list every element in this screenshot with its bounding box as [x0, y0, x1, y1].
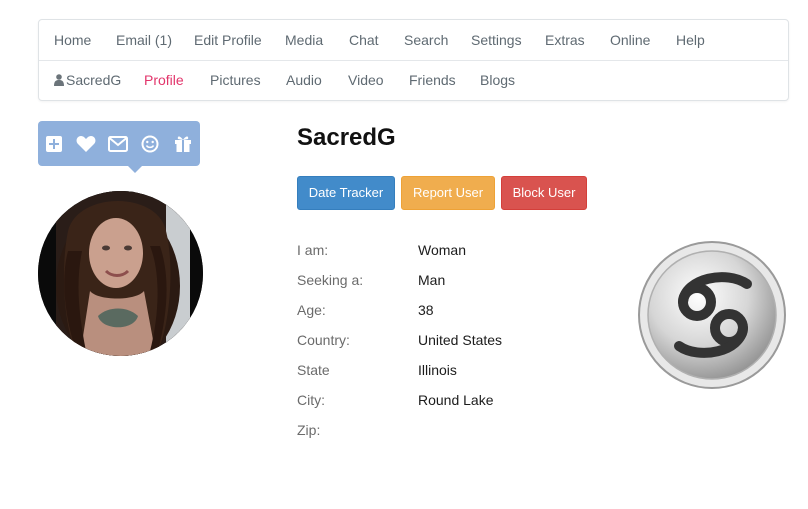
secondary-nav: SacredG Profile Pictures Audio Video Fri…	[39, 60, 788, 100]
nav-online[interactable]: Online	[610, 20, 650, 60]
field-value: United States	[418, 332, 503, 348]
nav-settings[interactable]: Settings	[471, 20, 522, 60]
smile-icon[interactable]	[141, 133, 161, 153]
field-label: I am:	[297, 242, 329, 258]
nav-profile[interactable]: Profile	[144, 60, 184, 100]
field-value: 38	[418, 302, 434, 318]
gift-icon[interactable]	[174, 133, 194, 153]
date-tracker-button[interactable]: Date Tracker	[297, 176, 395, 210]
nav-home[interactable]: Home	[54, 20, 91, 60]
nav-extras[interactable]: Extras	[545, 20, 585, 60]
field-label: Seeking a:	[297, 272, 364, 288]
block-user-button[interactable]: Block User	[501, 176, 587, 210]
field-label: State	[297, 362, 330, 378]
field-value: Man	[418, 272, 446, 288]
field-value: Illinois	[418, 362, 457, 378]
nav-video[interactable]: Video	[348, 60, 384, 100]
profile-username: SacredG	[297, 124, 396, 151]
cancer-zodiac-icon	[637, 240, 787, 390]
envelope-icon[interactable]	[108, 133, 128, 153]
heart-icon[interactable]	[76, 133, 96, 153]
field-label: Country:	[297, 332, 350, 348]
field-value: Round Lake	[418, 392, 494, 408]
profile-avatar[interactable]	[38, 191, 203, 356]
field-value: Woman	[418, 242, 466, 258]
profile-action-bar	[38, 121, 200, 173]
field-label: Zip:	[297, 422, 321, 438]
nav-blogs[interactable]: Blogs	[480, 60, 515, 100]
field-label: Age:	[297, 302, 326, 318]
primary-nav: Home Email (1) Edit Profile Media Chat S…	[39, 20, 788, 61]
nav-email[interactable]: Email (1)	[116, 20, 172, 60]
field-label: City:	[297, 392, 325, 408]
nav-pictures[interactable]: Pictures	[210, 60, 261, 100]
nav-user-label: SacredG	[66, 72, 122, 88]
nav-edit-profile[interactable]: Edit Profile	[194, 20, 262, 60]
nav-friends[interactable]: Friends	[409, 60, 456, 100]
nav-user-sacredg[interactable]: SacredG	[54, 60, 121, 100]
main-navigation: Home Email (1) Edit Profile Media Chat S…	[38, 19, 789, 101]
nav-help[interactable]: Help	[676, 20, 705, 60]
nav-audio[interactable]: Audio	[286, 60, 322, 100]
nav-search[interactable]: Search	[404, 20, 448, 60]
report-user-button[interactable]: Report User	[401, 176, 495, 210]
add-icon[interactable]	[45, 133, 65, 153]
nav-media[interactable]: Media	[285, 20, 323, 60]
user-icon	[54, 61, 64, 101]
nav-chat[interactable]: Chat	[349, 20, 379, 60]
